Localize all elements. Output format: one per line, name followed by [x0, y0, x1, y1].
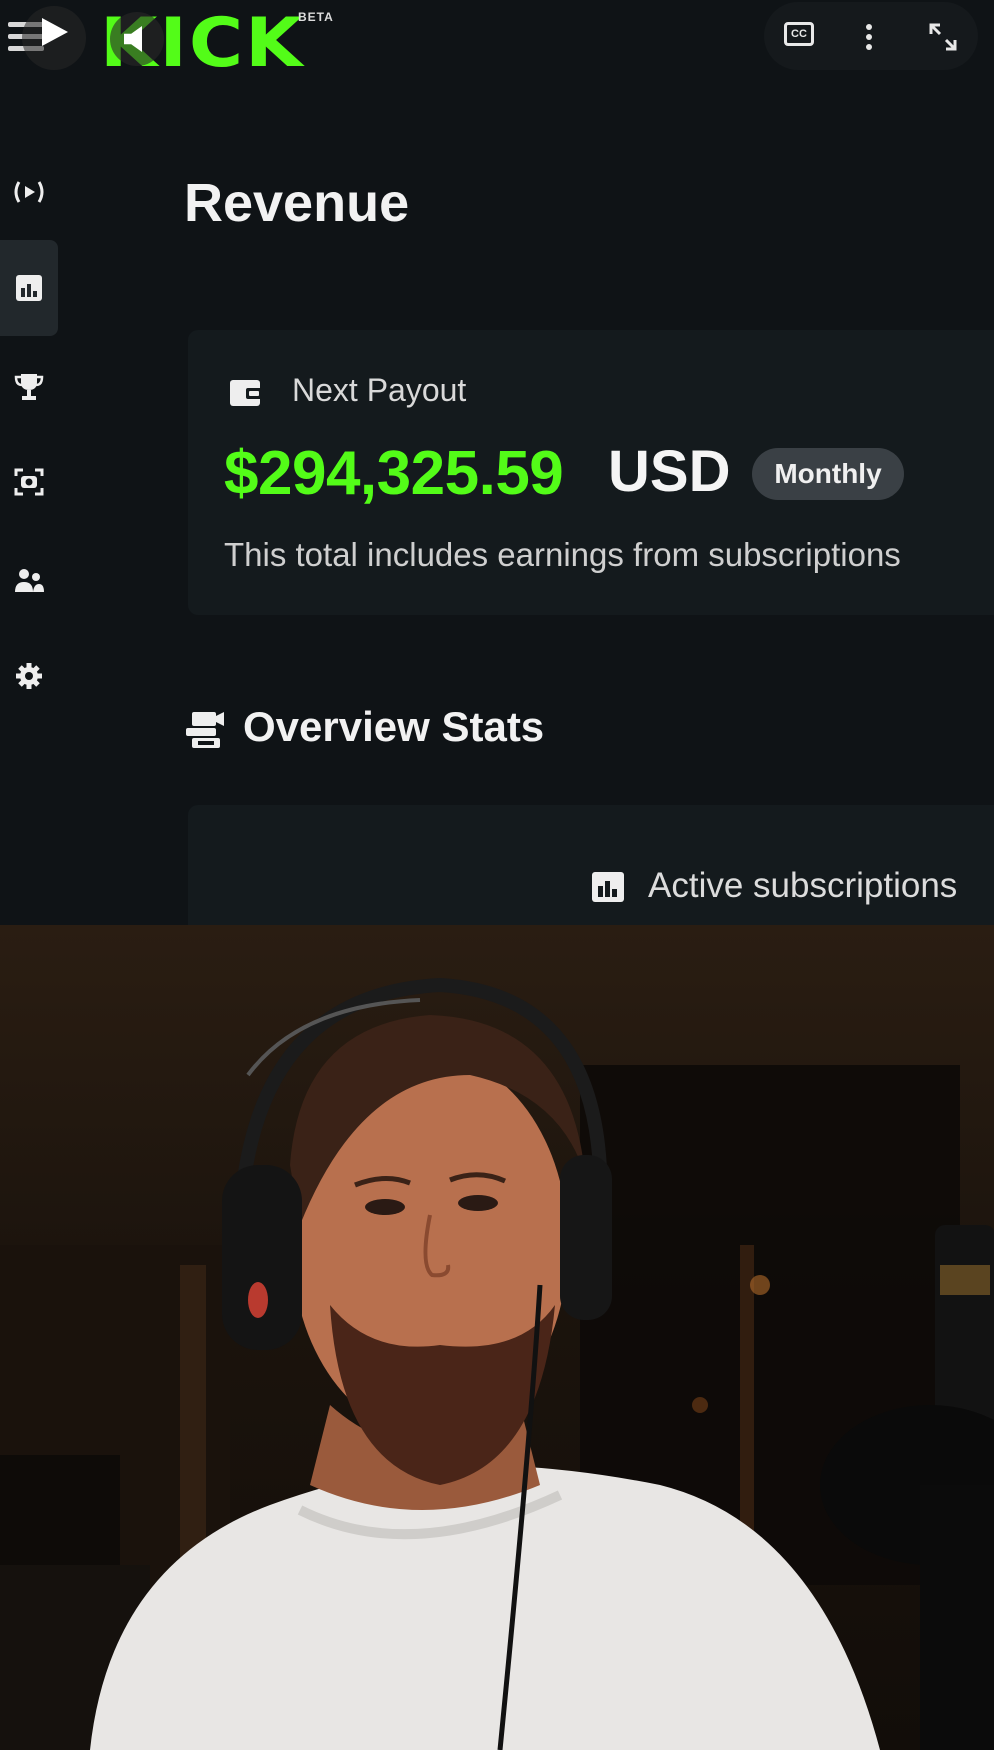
sidebar-item-achievements[interactable]	[0, 338, 58, 434]
page-title: Revenue	[184, 173, 410, 233]
active-subscriptions-label: Active subscriptions	[648, 866, 958, 905]
captions-icon[interactable]: CC	[784, 22, 814, 46]
camera-icon	[14, 468, 44, 496]
sidebar-item-clips[interactable]	[0, 434, 58, 530]
play-icon[interactable]	[42, 18, 68, 46]
dashboard-screen-capture: KICK BETA CC Revenue Next Payout $294,32…	[0, 0, 994, 925]
payout-note: This total includes earnings from subscr…	[224, 536, 901, 573]
live-icon	[14, 181, 44, 203]
analytics-icon	[592, 872, 624, 902]
sidebar-item-settings[interactable]	[0, 628, 58, 724]
users-icon	[15, 569, 44, 592]
more-options-icon[interactable]	[866, 24, 872, 50]
sidebar-item-stream[interactable]	[0, 144, 58, 240]
player-controls: CC	[764, 2, 978, 70]
fullscreen-icon[interactable]	[928, 22, 958, 52]
player-top-bar: KICK BETA CC	[0, 0, 994, 80]
payout-currency: USD	[608, 439, 731, 504]
logo-beta-badge: BETA	[298, 10, 334, 24]
trophy-icon	[14, 374, 44, 400]
analytics-icon	[16, 275, 42, 301]
payout-label: Next Payout	[292, 372, 467, 408]
sidebar-item-analytics[interactable]	[0, 240, 58, 336]
payout-amount: $294,325.59	[224, 439, 564, 508]
overview-stats-icon	[186, 712, 224, 748]
webcam-image	[0, 977, 994, 1750]
payout-period-badge: Monthly	[752, 448, 904, 500]
next-payout-card: Next Payout $294,325.59 USD Monthly This…	[188, 330, 994, 615]
overview-stats-title: Overview Stats	[243, 703, 545, 750]
sidebar-item-community[interactable]	[0, 532, 58, 628]
webcam-feed	[0, 925, 994, 1750]
overview-stats-card	[188, 805, 994, 925]
screen: KICK BETA CC Revenue Next Payout $294,32…	[0, 0, 994, 1750]
settings-icon	[16, 663, 42, 689]
wallet-icon	[230, 380, 262, 406]
